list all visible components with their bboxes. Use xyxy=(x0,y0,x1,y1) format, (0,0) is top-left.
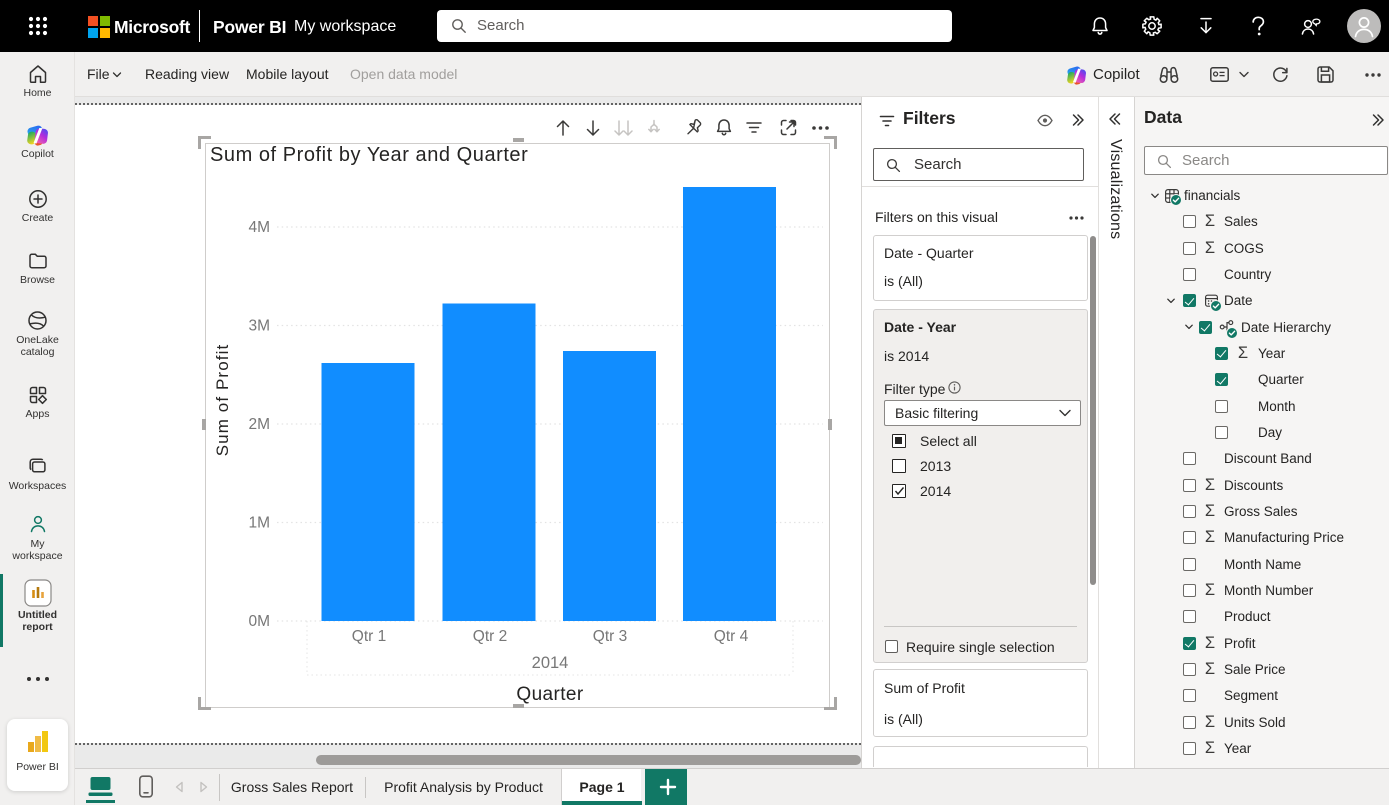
svg-text:4M: 4M xyxy=(248,219,270,236)
svg-text:0M: 0M xyxy=(248,613,270,630)
svg-text:2M: 2M xyxy=(248,416,270,433)
svg-text:Qtr 1: Qtr 1 xyxy=(352,628,386,645)
svg-text:Qtr 4: Qtr 4 xyxy=(714,628,749,645)
svg-text:Qtr 3: Qtr 3 xyxy=(593,628,627,645)
svg-text:Quarter: Quarter xyxy=(516,684,583,705)
svg-text:2014: 2014 xyxy=(532,654,569,672)
svg-text:Qtr 2: Qtr 2 xyxy=(473,628,507,645)
svg-text:1M: 1M xyxy=(248,515,270,532)
svg-text:3M: 3M xyxy=(248,318,270,335)
svg-text:Sum of Profit: Sum of Profit xyxy=(213,344,232,457)
